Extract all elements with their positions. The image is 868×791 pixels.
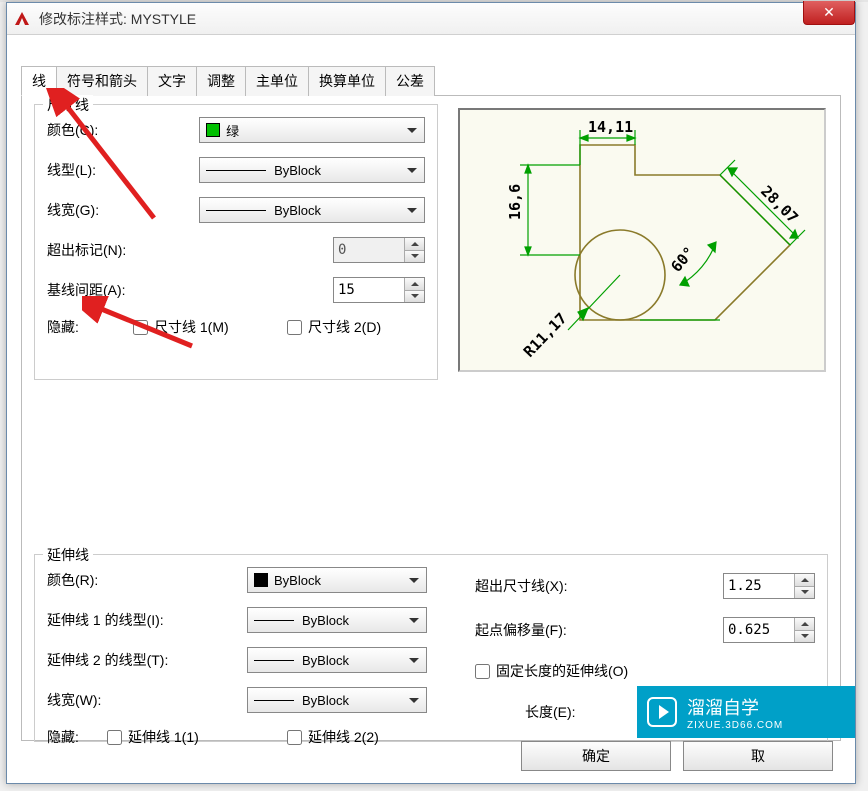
chevron-down-icon — [405, 571, 423, 589]
play-icon — [647, 697, 677, 727]
svg-text:16,6: 16,6 — [506, 184, 524, 220]
baseline-label: 基线间距(A): — [47, 280, 333, 300]
color-swatch-icon — [254, 573, 268, 587]
linetype-value: ByBlock — [274, 163, 321, 178]
color-label: 颜色(C): — [47, 120, 199, 140]
chevron-down-icon — [403, 121, 421, 139]
linetype-label: 线型(L): — [47, 160, 199, 180]
spin-up-icon — [405, 238, 424, 251]
hide-extline2-label: 延伸线 2(2) — [308, 727, 379, 747]
ext-beyond-input — [334, 238, 404, 262]
hide-label: 隐藏: — [47, 317, 133, 337]
chevron-down-icon — [405, 691, 423, 709]
svg-text:R11,17: R11,17 — [520, 309, 571, 360]
chevron-down-icon — [405, 651, 423, 669]
dialog-title: 修改标注样式: MYSTYLE — [39, 9, 196, 29]
spin-up-icon[interactable] — [795, 618, 814, 631]
spin-down-icon[interactable] — [795, 631, 814, 643]
titlebar: 修改标注样式: MYSTYLE ✕ — [7, 3, 855, 35]
tab-tolerances[interactable]: 公差 — [385, 66, 435, 96]
ext-lw-value: ByBlock — [302, 693, 349, 708]
ext-color-label: 颜色(R): — [47, 570, 247, 590]
watermark-name: 溜溜自学 — [687, 694, 783, 720]
line-sample-icon — [206, 210, 266, 211]
ext-lt1-label: 延伸线 1 的线型(I): — [47, 610, 247, 630]
tab-strip: 线 符号和箭头 文字 调整 主单位 换算单位 公差 — [21, 65, 841, 96]
lineweight-value: ByBlock — [274, 203, 321, 218]
hide-extline1-checkbox[interactable] — [107, 730, 122, 745]
lineweight-dropdown[interactable]: ByBlock — [199, 197, 425, 223]
fixed-length-checkbox[interactable] — [475, 664, 490, 679]
ext-hide-label: 隐藏: — [47, 727, 107, 747]
modify-dimstyle-dialog: 修改标注样式: MYSTYLE ✕ 线 符号和箭头 文字 调整 主单位 换算单位… — [6, 2, 856, 784]
tab-alternate-units[interactable]: 换算单位 — [308, 66, 386, 96]
ext-lt2-value: ByBlock — [302, 653, 349, 668]
line-sample-icon — [254, 700, 294, 701]
color-dropdown[interactable]: 绿 — [199, 117, 425, 143]
close-button[interactable]: ✕ — [803, 1, 855, 25]
tab-lines[interactable]: 线 — [21, 66, 57, 96]
linetype-dropdown[interactable]: ByBlock — [199, 157, 425, 183]
ext-length-label: 长度(E): — [525, 702, 576, 722]
dim-preview-svg: 14,11 16,6 28,07 60° R11,17 — [460, 110, 824, 370]
ext-beyond-dim-label: 超出尺寸线(X): — [475, 576, 568, 596]
ext-lw-dropdown[interactable]: ByBlock — [247, 687, 427, 713]
svg-text:60°: 60° — [667, 243, 698, 275]
cancel-button[interactable]: 取 — [683, 741, 833, 771]
chevron-down-icon — [405, 611, 423, 629]
spin-up-icon[interactable] — [405, 278, 424, 291]
dialog-buttons: 确定 取 — [521, 741, 833, 771]
ext-color-value: ByBlock — [274, 573, 321, 588]
ext-beyond-dim-spinner[interactable] — [723, 573, 815, 599]
tab-symbols-arrows[interactable]: 符号和箭头 — [56, 66, 148, 96]
spin-up-icon[interactable] — [795, 574, 814, 587]
chevron-down-icon — [403, 201, 421, 219]
watermark-url: ZIXUE.3D66.COM — [687, 720, 783, 731]
ext-lt1-value: ByBlock — [302, 613, 349, 628]
ext-offset-label: 起点偏移量(F): — [475, 620, 567, 640]
color-swatch-icon — [206, 123, 220, 137]
hide-extline2-checkbox[interactable] — [287, 730, 302, 745]
tab-primary-units[interactable]: 主单位 — [245, 66, 309, 96]
hide-dimline2-checkbox[interactable] — [287, 320, 302, 335]
watermark-badge: 溜溜自学 ZIXUE.3D66.COM — [637, 686, 855, 738]
ext-lt2-label: 延伸线 2 的线型(T): — [47, 650, 247, 670]
ext-lt2-dropdown[interactable]: ByBlock — [247, 647, 427, 673]
ext-color-dropdown[interactable]: ByBlock — [247, 567, 427, 593]
fixed-length-label: 固定长度的延伸线(O) — [496, 661, 628, 681]
ok-button[interactable]: 确定 — [521, 741, 671, 771]
line-sample-icon — [254, 660, 294, 661]
color-value: 绿 — [226, 121, 239, 140]
fieldset-dim-lines-legend: 尺寸线 — [43, 95, 93, 115]
fieldset-ext-lines-legend: 延伸线 — [43, 545, 93, 565]
tab-panel-lines: 尺寸线 颜色(C): 绿 线型(L): ByBlock — [21, 96, 841, 741]
hide-extline1-label: 延伸线 1(1) — [128, 727, 199, 747]
chevron-down-icon — [403, 161, 421, 179]
tab-fit[interactable]: 调整 — [196, 66, 246, 96]
line-sample-icon — [206, 170, 266, 171]
spin-down-icon[interactable] — [405, 291, 424, 303]
ext-beyond-dim-input[interactable] — [724, 574, 794, 598]
ext-beyond-label: 超出标记(N): — [47, 240, 333, 260]
lineweight-label: 线宽(G): — [47, 200, 199, 220]
svg-text:14,11: 14,11 — [588, 118, 633, 136]
hide-dimline2-label: 尺寸线 2(D) — [308, 317, 381, 337]
baseline-input[interactable] — [334, 278, 404, 302]
hide-dimline1-label: 尺寸线 1(M) — [154, 317, 229, 337]
line-sample-icon — [254, 620, 294, 621]
autocad-icon — [13, 10, 31, 28]
spin-down-icon[interactable] — [795, 587, 814, 599]
hide-dimline1-checkbox[interactable] — [133, 320, 148, 335]
ext-offset-spinner[interactable] — [723, 617, 815, 643]
ext-lw-label: 线宽(W): — [47, 690, 247, 710]
baseline-spinner[interactable] — [333, 277, 425, 303]
ext-lt1-dropdown[interactable]: ByBlock — [247, 607, 427, 633]
fieldset-dim-lines: 尺寸线 颜色(C): 绿 线型(L): ByBlock — [34, 104, 438, 380]
tab-text[interactable]: 文字 — [147, 66, 197, 96]
spin-down-icon — [405, 251, 424, 263]
ext-beyond-spinner — [333, 237, 425, 263]
ext-offset-input[interactable] — [724, 618, 794, 642]
preview-pane: 14,11 16,6 28,07 60° R11,17 — [458, 108, 826, 372]
